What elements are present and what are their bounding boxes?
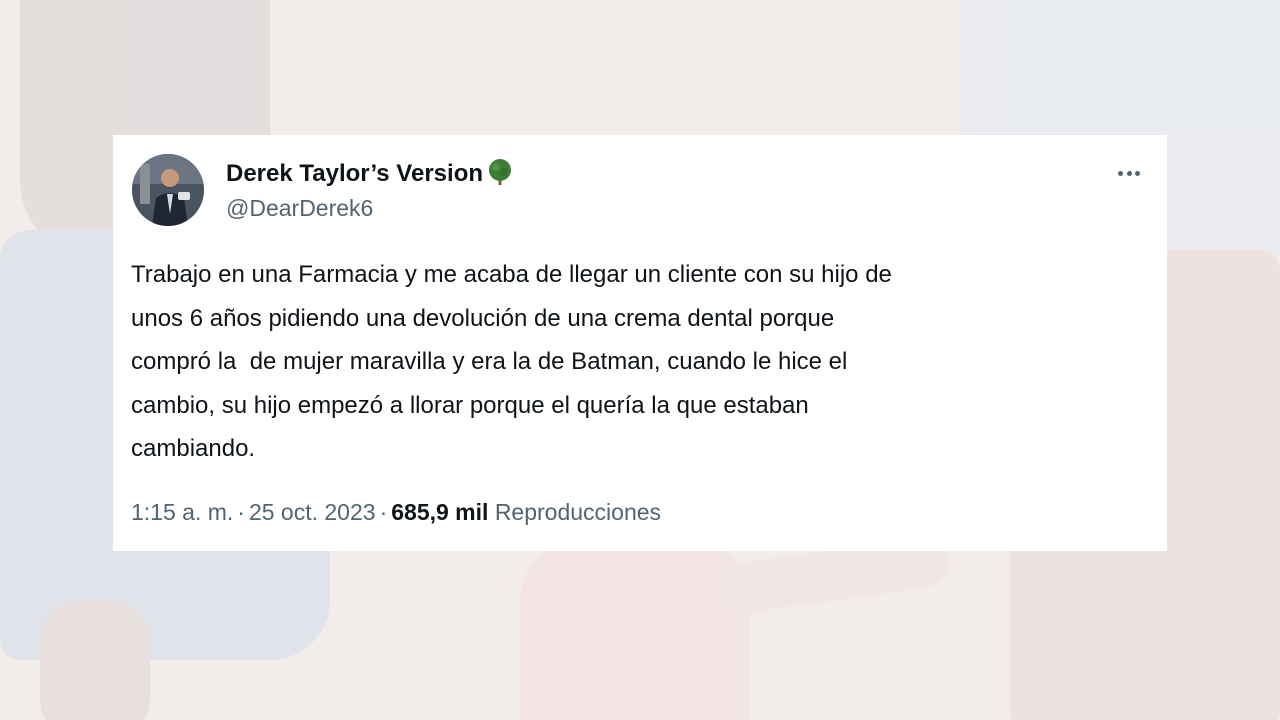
tweet-text-line: unos 6 años pidiendo una devolución de u… xyxy=(131,304,835,332)
tweet-text-line: cambio, su hijo empezó a llorar porque e… xyxy=(131,391,809,419)
more-options-button[interactable] xyxy=(1115,161,1143,185)
tree-icon xyxy=(485,157,515,187)
views-count: 685,9 mil xyxy=(391,499,489,525)
more-horizontal-icon xyxy=(1118,170,1123,176)
user-handle[interactable]: @DearDerek6 xyxy=(226,193,373,223)
tweet-text-line: cambiando. xyxy=(131,435,256,462)
tweet-date[interactable]: 25 oct. 2023 xyxy=(249,499,376,525)
tweet-text-line: compró la de mujer maravilla y era la de… xyxy=(131,348,848,375)
tweet-card: Derek Taylor’s Version @DearDerek6 Traba… xyxy=(113,135,1167,551)
meta-separator: · xyxy=(237,499,245,525)
display-name-text: Derek Taylor’s Version xyxy=(226,160,484,187)
more-horizontal-icon xyxy=(1126,170,1132,176)
meta-separator: · xyxy=(379,499,388,525)
avatar-image xyxy=(132,154,204,226)
display-name[interactable]: Derek Taylor’s Version xyxy=(226,157,515,189)
tweet-meta: 1:15 a. m. · 25 oct. 2023 · 685,9 mil Reprod… xyxy=(131,497,661,527)
tweet-time[interactable]: 1:15 a. m. xyxy=(131,499,233,525)
tweet-text-line: Trabajo en una Farmacia y me acaba de ll… xyxy=(131,261,892,288)
tweet-text: Trabajo en una Farmacia y me acaba de ll… xyxy=(131,253,1141,471)
views-label: Reproducciones xyxy=(494,499,662,525)
avatar[interactable] xyxy=(132,154,204,226)
more-horizontal-icon xyxy=(1135,170,1140,176)
